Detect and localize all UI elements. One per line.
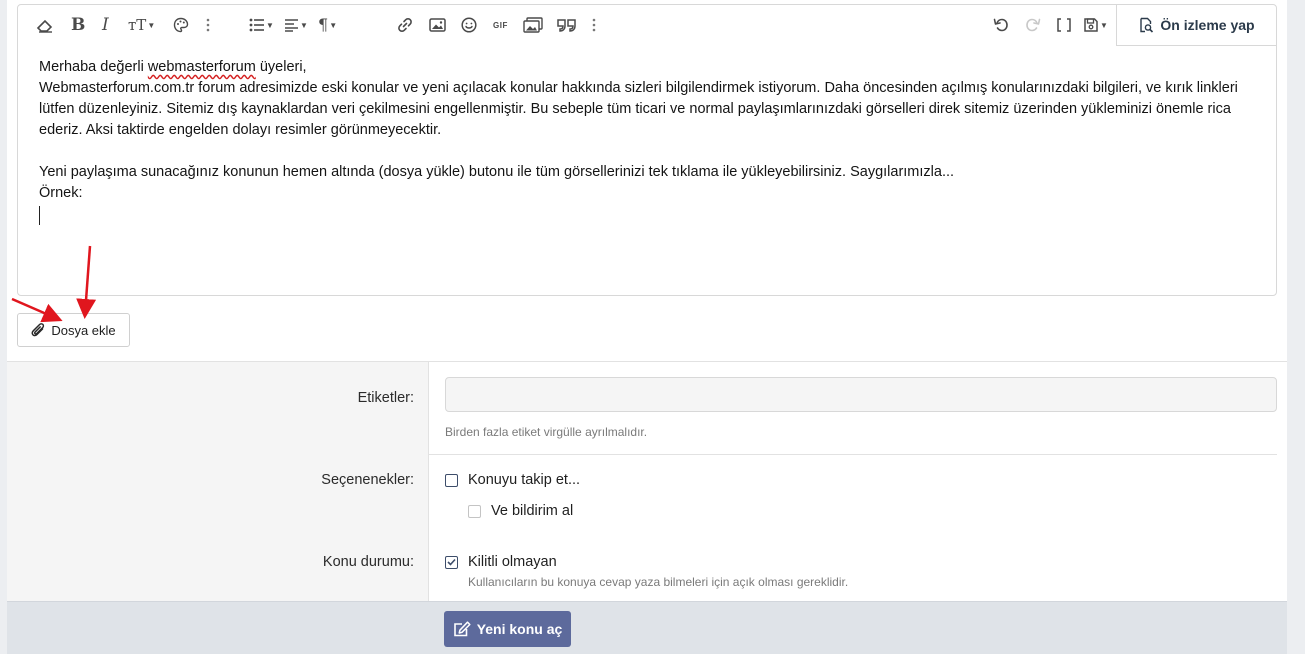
- editor-line-example: Örnek:: [39, 185, 83, 201]
- tags-hint: Birden fazla etiket virgülle ayrılmalıdı…: [445, 425, 648, 439]
- attach-file-button[interactable]: Dosya ekle: [17, 313, 130, 347]
- email-notify-label: Ve bildirim al: [491, 503, 574, 519]
- bold-icon[interactable]: B: [71, 15, 85, 35]
- redo-icon[interactable]: [1025, 15, 1041, 35]
- editor-line-body: Webmasterforum.com.tr forum adresimizde …: [39, 80, 1238, 138]
- editor-toolbar: B I тT ▼ ▼ ▼ ¶ ▼ GIF ▼ Ön izleme yap: [18, 5, 1276, 46]
- checkbox-box[interactable]: [468, 504, 481, 518]
- edit-icon: [453, 621, 471, 637]
- more-icon[interactable]: [592, 15, 596, 35]
- preview-label: Ön izleme yap: [1160, 17, 1255, 33]
- misspelled-word: webmasterforum: [147, 59, 256, 75]
- checkbox-box[interactable]: [445, 473, 458, 487]
- unlocked-checkbox[interactable]: Kilitli olmayan: [445, 554, 557, 570]
- attach-file-label: Dosya ekle: [51, 322, 116, 338]
- paperclip-icon: [31, 323, 45, 337]
- eraser-icon[interactable]: [36, 15, 54, 35]
- align-icon[interactable]: ▼: [284, 15, 308, 35]
- check-icon: [447, 558, 456, 566]
- unlocked-hint: Kullanıcıların bu konuya cevap yaza bilm…: [468, 575, 849, 589]
- undo-icon[interactable]: [993, 15, 1009, 35]
- paragraph-icon[interactable]: ¶ ▼: [318, 15, 337, 35]
- preview-button[interactable]: Ön izleme yap: [1116, 5, 1276, 46]
- editor-line-empty: [39, 141, 1259, 162]
- checkbox-box[interactable]: [445, 555, 458, 569]
- editor-line-cursor: [39, 204, 1259, 225]
- tags-input[interactable]: [445, 377, 1277, 412]
- options-label: Seçenenekler:: [321, 472, 414, 488]
- smiley-icon[interactable]: [461, 15, 477, 35]
- text-size-icon[interactable]: тT ▼: [128, 15, 155, 35]
- more-icon[interactable]: [206, 15, 210, 35]
- watch-thread-checkbox[interactable]: Konuyu takip et...: [445, 472, 580, 488]
- email-notify-checkbox[interactable]: Ve bildirim al: [468, 503, 573, 519]
- thread-status-label: Konu durumu:: [322, 554, 414, 570]
- create-thread-button[interactable]: Yeni konu aç: [444, 611, 571, 647]
- gif-icon[interactable]: GIF: [493, 15, 508, 35]
- tags-label: Etiketler:: [357, 390, 414, 406]
- text-cursor: [39, 206, 40, 225]
- link-icon[interactable]: [397, 15, 413, 35]
- new-thread-form: B I тT ▼ ▼ ▼ ¶ ▼ GIF ▼ Ön izleme yap Mer…: [7, 0, 1287, 654]
- image-icon[interactable]: [429, 15, 446, 35]
- list-icon[interactable]: ▼: [249, 15, 274, 35]
- unlocked-label: Kilitli olmayan: [468, 554, 557, 570]
- editor-line-greeting: Merhaba değerli webmasterforum üyeleri,: [39, 59, 307, 75]
- save-draft-icon[interactable]: ▼: [1083, 15, 1108, 35]
- row-separator: [429, 454, 1277, 455]
- italic-icon[interactable]: I: [102, 15, 109, 35]
- preview-icon: [1140, 17, 1154, 33]
- palette-icon[interactable]: [173, 15, 189, 35]
- editor-content[interactable]: Merhaba değerli webmasterforum üyeleri, …: [39, 57, 1259, 225]
- watch-thread-label: Konuyu takip et...: [468, 472, 581, 488]
- bbcode-icon[interactable]: [1056, 15, 1072, 35]
- create-thread-label: Yeni konu aç: [476, 621, 563, 637]
- media-icon[interactable]: [523, 15, 543, 35]
- rich-text-editor[interactable]: B I тT ▼ ▼ ▼ ¶ ▼ GIF ▼ Ön izleme yap Mer…: [17, 4, 1277, 296]
- quote-icon[interactable]: [557, 15, 577, 35]
- form-footer: [7, 601, 1287, 654]
- editor-line-upload-info: Yeni paylaşıma sunacağınız konunun hemen…: [39, 164, 955, 180]
